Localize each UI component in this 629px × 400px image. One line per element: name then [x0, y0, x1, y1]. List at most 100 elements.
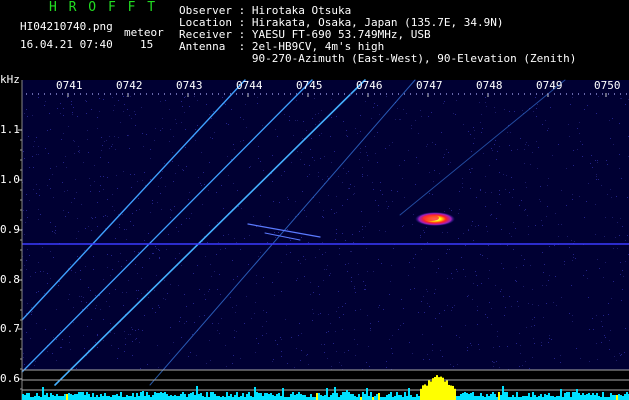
x-minor-tick [500, 93, 501, 95]
x-minor-tick [590, 93, 591, 95]
x-minor-tick [410, 93, 411, 95]
spectrogram [18, 79, 629, 400]
x-minor-tick [470, 93, 471, 95]
x-minor-tick [164, 93, 165, 95]
y-tick-label: 0.6 [0, 372, 20, 385]
x-minor-tick [104, 93, 105, 95]
x-minor-tick [362, 93, 363, 95]
y-axis-ticks [18, 129, 22, 390]
x-minor-tick [80, 93, 81, 95]
y-tick-label: 1.0 [0, 173, 20, 186]
x-minor-tick [110, 93, 111, 95]
x-minor-tick [518, 93, 519, 95]
x-minor-tick [62, 93, 63, 95]
x-minor-tick [344, 93, 345, 95]
x-minor-tick [38, 93, 39, 95]
x-tick-label: 0748 [476, 79, 503, 92]
x-tick-label: 0750 [594, 79, 621, 92]
x-minor-tick [200, 93, 201, 95]
x-minor-tick [86, 93, 87, 95]
y-tick-label: 1.1 [0, 123, 20, 136]
x-minor-tick [56, 93, 57, 95]
x-minor-tick [284, 93, 285, 95]
x-minor-tick [296, 93, 297, 95]
x-minor-tick [554, 93, 555, 95]
x-minor-tick [194, 93, 195, 95]
x-tick-label: 0746 [356, 79, 383, 92]
x-tick-label: 0743 [176, 79, 203, 92]
x-minor-tick [416, 93, 417, 95]
x-minor-tick [440, 93, 441, 95]
spectrogram-background [22, 80, 629, 370]
x-minor-tick [392, 93, 393, 95]
x-minor-tick [422, 93, 423, 95]
x-minor-tick [326, 93, 327, 95]
x-minor-tick [536, 93, 537, 95]
y-tick-label: 0.9 [0, 223, 20, 236]
x-minor-tick [308, 93, 309, 95]
x-minor-tick [266, 93, 267, 95]
x-minor-tick [620, 93, 621, 95]
x-minor-tick [134, 93, 135, 95]
x-minor-tick [566, 93, 567, 95]
x-minor-tick [254, 93, 255, 95]
x-minor-tick [506, 93, 507, 95]
x-minor-tick [302, 93, 303, 95]
x-minor-tick [236, 93, 237, 95]
x-minor-tick [32, 93, 33, 95]
x-minor-tick [548, 93, 549, 95]
x-minor-tick [452, 93, 453, 95]
x-minor-tick [92, 93, 93, 95]
meteor-echo-core [423, 215, 439, 221]
x-tick-label: 0741 [56, 79, 83, 92]
x-minor-tick [140, 93, 141, 95]
x-minor-tick [242, 93, 243, 95]
x-minor-tick [404, 93, 405, 95]
x-minor-tick [380, 93, 381, 95]
x-minor-tick [230, 93, 231, 95]
x-minor-tick [434, 93, 435, 95]
x-minor-tick [488, 93, 489, 95]
x-tick-label: 0742 [116, 79, 143, 92]
x-minor-tick [206, 93, 207, 95]
x-minor-tick [224, 93, 225, 95]
x-minor-tick [152, 93, 153, 95]
x-minor-tick [272, 93, 273, 95]
x-minor-tick [428, 93, 429, 95]
x-minor-tick [476, 93, 477, 95]
x-minor-tick [374, 93, 375, 95]
x-minor-tick [398, 93, 399, 95]
x-minor-tick [626, 93, 627, 95]
x-minor-tick [188, 93, 189, 95]
x-minor-tick [68, 93, 69, 95]
x-tick-label: 0745 [296, 79, 323, 92]
x-minor-tick [602, 93, 603, 95]
x-minor-tick [614, 93, 615, 95]
x-minor-tick [368, 93, 369, 95]
x-minor-tick [578, 93, 579, 95]
x-minor-tick [560, 93, 561, 95]
x-minor-tick [26, 93, 27, 95]
y-tick-label: 0.8 [0, 273, 20, 286]
x-minor-tick [512, 93, 513, 95]
x-minor-tick [248, 93, 249, 95]
y-unit-label: kHz [0, 73, 20, 86]
x-minor-tick [278, 93, 279, 95]
x-minor-tick [482, 93, 483, 95]
x-minor-tick [494, 93, 495, 95]
x-minor-tick [50, 93, 51, 95]
x-minor-tick [350, 93, 351, 95]
x-minor-tick [260, 93, 261, 95]
x-minor-tick [212, 93, 213, 95]
x-minor-tick [596, 93, 597, 95]
x-tick-label: 0744 [236, 79, 263, 92]
x-minor-tick [320, 93, 321, 95]
x-minor-tick [584, 93, 585, 95]
x-minor-tick [356, 93, 357, 95]
x-minor-tick [182, 93, 183, 95]
x-minor-tick [446, 93, 447, 95]
x-minor-tick [572, 93, 573, 95]
x-minor-tick [98, 93, 99, 95]
x-minor-tick [116, 93, 117, 95]
y-tick-label: 0.7 [0, 322, 20, 335]
